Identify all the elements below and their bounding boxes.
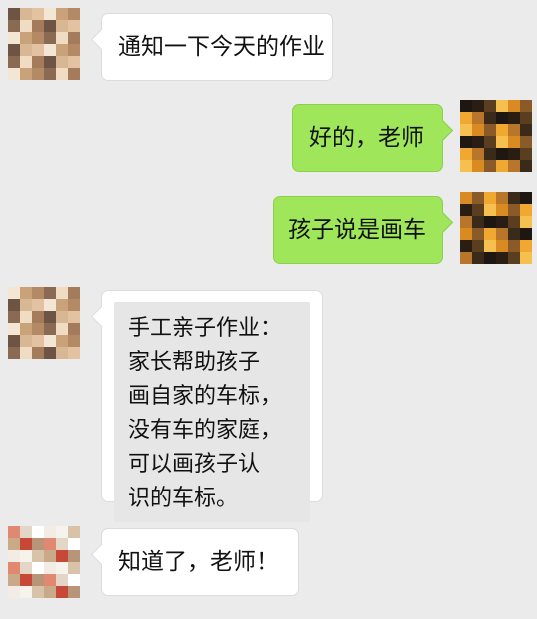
message-bubble-acknowledged[interactable]: 知道了，老师！ [90,528,299,596]
teacher-avatar[interactable] [8,8,80,80]
message-text: 通知一下今天的作业 [118,34,325,60]
message-text: 孩子说是画车 [288,217,426,243]
parent-avatar[interactable] [460,192,532,264]
message-bubble-parent-ok[interactable]: 好的，老师 [292,104,454,172]
message-bubble-parent-drawing[interactable]: 孩子说是画车 [273,196,454,264]
forwarded-message-box: 手工亲子作业： 家长帮助孩子 画自家的车标， 没有车的家庭， 可以画孩子认 识的… [114,302,310,522]
message-bubble-teacher-notice[interactable]: 通知一下今天的作业 [90,13,333,81]
message-bubble-homework-details[interactable]: 手工亲子作业： 家长帮助孩子 画自家的车标， 没有车的家庭， 可以画孩子认 识的… [90,290,323,522]
message-text: 好的，老师 [309,125,424,151]
parent-avatar[interactable] [460,100,532,172]
message-text: 知道了，老师！ [118,549,279,575]
teacher-avatar[interactable] [8,287,80,359]
teacher-avatar[interactable] [8,526,80,598]
